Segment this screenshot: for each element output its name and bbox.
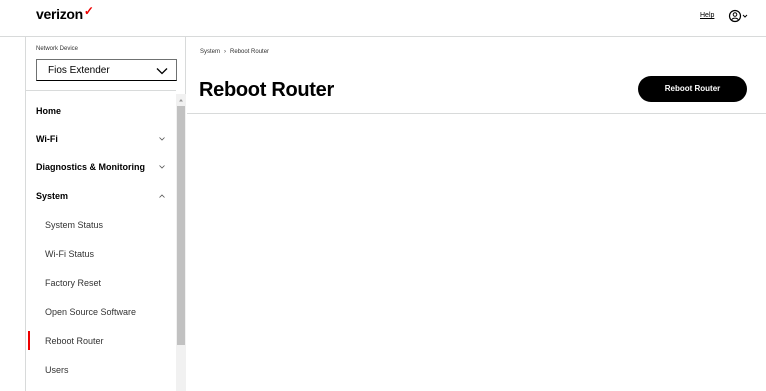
breadcrumb: System › Reboot Router: [200, 49, 269, 55]
page-title: Reboot Router: [199, 79, 334, 101]
sidebar-scrollbar[interactable]: [176, 94, 186, 391]
sidebar-item-home[interactable]: Home: [26, 98, 176, 126]
sidebar-item-label: Factory Reset: [45, 278, 102, 288]
sidebar-item-users[interactable]: Users: [26, 357, 176, 385]
sidebar-item-wifi[interactable]: Wi-Fi: [26, 126, 176, 154]
chevron-up-icon: [159, 194, 165, 198]
sidebar-item-factory-reset[interactable]: Factory Reset: [26, 270, 176, 298]
sidebar-item-reboot-router[interactable]: Reboot Router: [26, 328, 176, 356]
chevron-down-icon: [156, 68, 168, 75]
chevron-down-icon: [159, 137, 165, 141]
network-device-value: Fios Extender: [48, 65, 110, 76]
sidebar-item-system[interactable]: System: [26, 183, 176, 211]
user-circle-icon: [728, 9, 748, 23]
sidebar: Network Device Fios Extender Home Wi-Fi …: [25, 37, 186, 391]
chevron-down-icon: [159, 165, 165, 169]
checkmark-icon: ✓: [83, 4, 94, 18]
breadcrumb-system[interactable]: System: [200, 49, 220, 55]
breadcrumb-separator: ›: [224, 49, 227, 55]
sidebar-item-label: Open Source Software: [45, 307, 137, 317]
scrollbar-thumb[interactable]: [177, 106, 185, 345]
header-divider: [187, 113, 766, 114]
sidebar-item-label: Wi-Fi: [36, 134, 58, 144]
scroll-up-arrow-icon[interactable]: [177, 96, 185, 104]
sidebar-nav: Home Wi-Fi Diagnostics & Monitoring Syst…: [26, 90, 176, 391]
help-link[interactable]: Help: [700, 12, 714, 19]
user-menu-button[interactable]: [728, 9, 750, 23]
sidebar-item-label: Wi-Fi Status: [45, 249, 95, 259]
sidebar-item-label: System: [36, 191, 69, 201]
sidebar-item-diagnostics[interactable]: Diagnostics & Monitoring: [26, 154, 176, 182]
sidebar-item-open-source-software[interactable]: Open Source Software: [26, 299, 176, 327]
verizon-logo[interactable]: verizon✓: [36, 4, 94, 22]
sidebar-item-label: Home: [36, 106, 62, 116]
sidebar-item-label: System Status: [45, 220, 104, 230]
main-content: System › Reboot Router Reboot Router Reboo…: [187, 37, 766, 391]
top-header: verizon✓ Help: [0, 0, 766, 37]
sidebar-item-label: Reboot Router: [45, 336, 104, 346]
sidebar-item-system-status[interactable]: System Status: [26, 212, 176, 240]
reboot-router-button[interactable]: Reboot Router: [638, 76, 747, 102]
network-device-select[interactable]: Fios Extender: [36, 59, 177, 81]
sidebar-item-label: Diagnostics & Monitoring: [36, 162, 145, 172]
breadcrumb-current: Reboot Router: [230, 49, 270, 55]
network-device-label: Network Device: [36, 46, 79, 52]
sidebar-item-wifi-status[interactable]: Wi-Fi Status: [26, 241, 176, 269]
logo-text: verizon: [36, 6, 83, 22]
sidebar-item-label: Users: [45, 365, 69, 375]
